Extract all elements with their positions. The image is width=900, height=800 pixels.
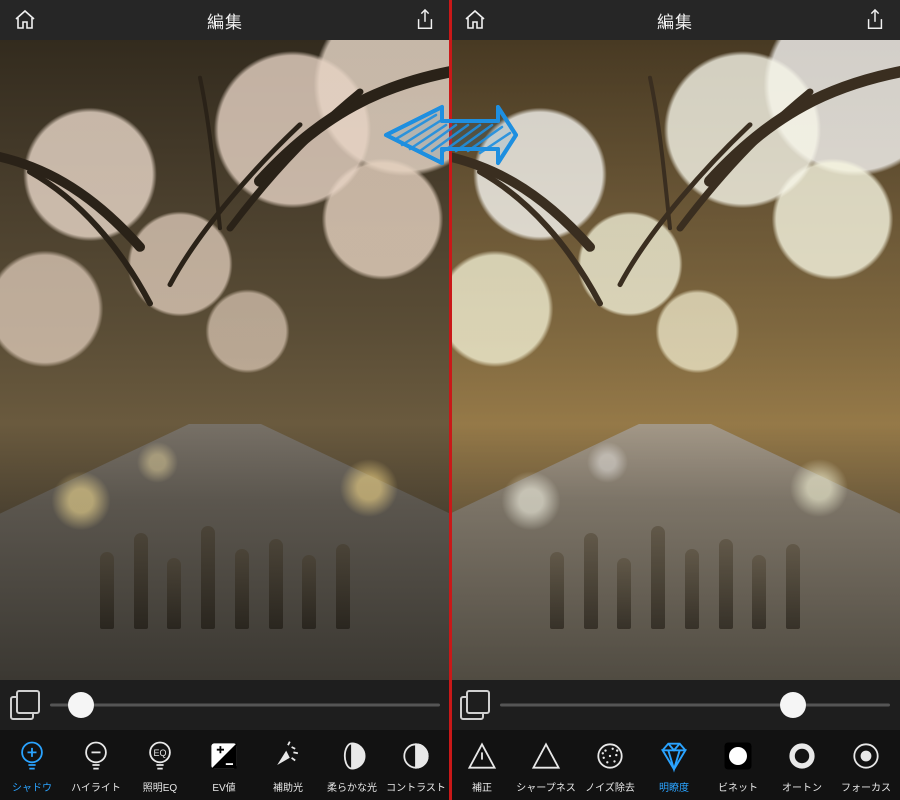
tool-strip[interactable]: シャドウ ハイライト EQ 照明EQ EV値 補助光 柔らかな光コントラスト — [0, 730, 450, 800]
home-icon — [13, 8, 37, 32]
vignette-icon — [720, 737, 756, 775]
tool-fill-light[interactable]: 補助光 — [256, 730, 320, 800]
tool-label: 柔らかな光 — [327, 779, 377, 794]
triangle-warn-icon — [464, 737, 500, 775]
tool-label: シャープネス — [516, 779, 575, 794]
tool-label: EV値 — [212, 779, 235, 794]
adjustment-slider[interactable] — [50, 691, 440, 719]
tool-correction[interactable]: 補正 — [450, 730, 514, 800]
slider-row — [0, 680, 450, 730]
tool-label: 補助光 — [273, 779, 303, 794]
page-title: 編集 — [657, 8, 693, 33]
bulb-plus-icon — [14, 737, 50, 775]
topbar: 編集 — [450, 0, 900, 40]
share-button[interactable] — [412, 7, 438, 33]
tool-label: 補正 — [472, 779, 492, 794]
tool-label: 明瞭度 — [659, 779, 689, 794]
tool-label: シャドウ — [12, 779, 52, 794]
tool-orton[interactable]: オートン — [770, 730, 834, 800]
tool-label: ノイズ除去 — [585, 779, 635, 794]
tool-vignette[interactable]: ビネット — [706, 730, 770, 800]
contrast-icon — [398, 737, 434, 775]
tool-strip[interactable]: 補正シャープネスノイズ除去明瞭度ビネットオートンフォーカストリミング — [450, 730, 900, 800]
share-icon — [864, 8, 886, 32]
slider-thumb[interactable] — [780, 692, 806, 718]
bulb-eq-icon: EQ — [142, 737, 178, 775]
tool-sharpness[interactable]: シャープネス — [514, 730, 578, 800]
share-button[interactable] — [862, 7, 888, 33]
share-icon — [414, 8, 436, 32]
tool-label: コントラスト — [386, 779, 446, 794]
bulb-minus-icon — [78, 737, 114, 775]
tool-denoise[interactable]: ノイズ除去 — [578, 730, 642, 800]
home-button[interactable] — [12, 7, 38, 33]
tool-label: ビネット — [718, 779, 758, 794]
tool-label: オートン — [782, 779, 822, 794]
tool-label: フォーカス — [841, 779, 891, 794]
tool-focus[interactable]: フォーカス — [834, 730, 898, 800]
exposure-icon — [206, 737, 242, 775]
compare-button[interactable] — [10, 690, 40, 720]
lens-half-icon — [334, 737, 370, 775]
tool-highlight[interactable]: ハイライト — [64, 730, 128, 800]
slider-thumb[interactable] — [68, 692, 94, 718]
tool-label: ハイライト — [71, 779, 121, 794]
before-after-arrow-icon — [380, 95, 520, 175]
focus-icon — [848, 737, 884, 775]
adjustment-slider[interactable] — [500, 691, 890, 719]
tool-lighting-eq[interactable]: EQ 照明EQ — [128, 730, 192, 800]
topbar: 編集 — [0, 0, 450, 40]
fill-light-icon — [270, 737, 306, 775]
page-title: 編集 — [207, 8, 243, 33]
noise-icon — [592, 737, 628, 775]
diamond-icon — [654, 737, 694, 775]
orton-ring-icon — [784, 737, 820, 775]
tool-label: 照明EQ — [143, 779, 177, 794]
tool-ev[interactable]: EV値 — [192, 730, 256, 800]
tool-contrast[interactable]: コントラスト — [384, 730, 448, 800]
svg-text:EQ: EQ — [153, 748, 166, 758]
tool-clarity[interactable]: 明瞭度 — [642, 730, 706, 800]
tool-soft-light[interactable]: 柔らかな光 — [320, 730, 384, 800]
triangle-icon — [528, 737, 564, 775]
home-icon — [463, 8, 487, 32]
home-button[interactable] — [462, 7, 488, 33]
compare-button[interactable] — [460, 690, 490, 720]
tool-shadow[interactable]: シャドウ — [0, 730, 64, 800]
slider-row — [450, 680, 900, 730]
